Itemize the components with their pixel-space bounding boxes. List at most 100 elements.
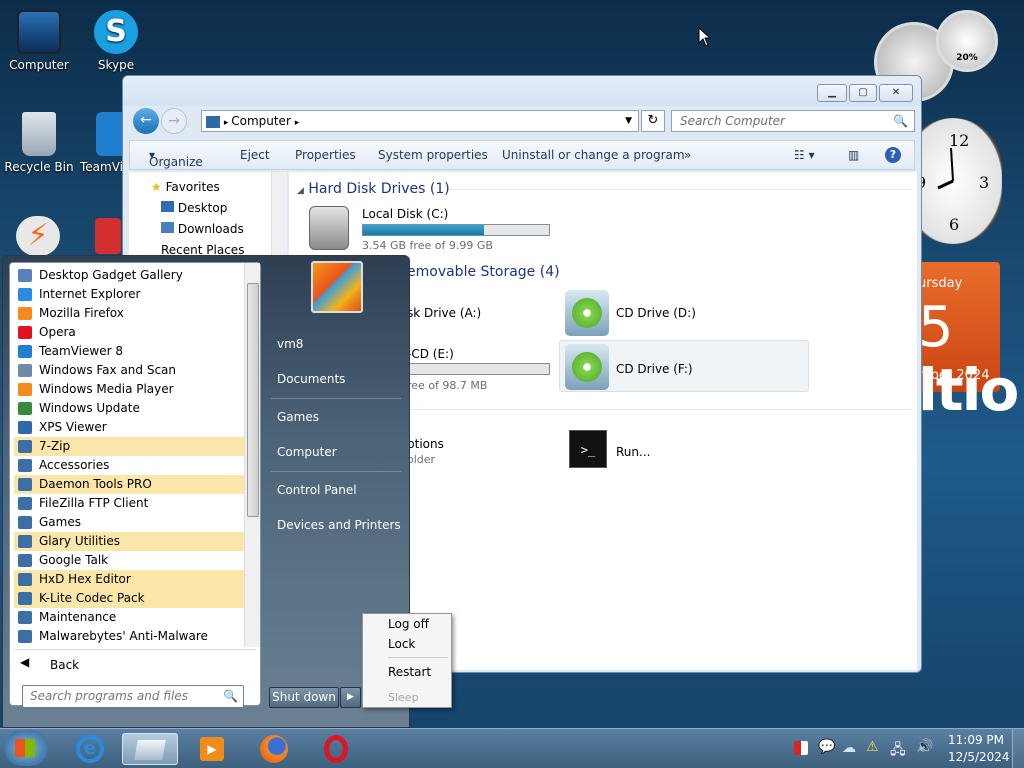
program-list-item[interactable]: Maintenance [14,608,246,627]
tray-network-icon[interactable]: 🖧 [890,739,906,763]
address-bar[interactable]: ▸ Computer ▸ ▼ [201,110,639,132]
preview-pane-icon[interactable]: ▥ [848,148,859,162]
computer-small-icon [206,115,220,128]
more-commands-button[interactable]: » [684,148,691,162]
desktop-icon-computer[interactable]: Computer [3,10,75,72]
programs-scrollbar[interactable] [244,263,260,647]
tray-daemon-icon[interactable]: ⚠ [866,739,879,755]
program-list-item[interactable]: 7-Zip [14,437,246,456]
program-list-item[interactable]: Daemon Tools PRO [14,475,246,494]
close-button[interactable]: ✕ [879,84,913,102]
menu-item-restart[interactable]: Restart [388,665,431,679]
refresh-button[interactable]: ↻ [641,110,665,132]
tray-messenger-icon[interactable]: 💬 [818,739,835,755]
program-label: Games [39,515,81,529]
bolt-app-icon[interactable]: ⚡ [16,216,60,256]
forward-button[interactable]: → [161,108,187,134]
program-icon [18,307,32,320]
shield-app-icon[interactable] [95,218,121,254]
program-list-item[interactable]: Opera [14,323,246,342]
opera-icon [324,735,348,763]
taskbar-opera[interactable] [308,733,364,765]
start-search-input[interactable]: Search programs and files 🔍 [22,685,244,708]
uninstall-program-button[interactable]: Uninstall or change a program [502,148,685,162]
program-list-item[interactable]: Windows Fax and Scan [14,361,246,380]
breadcrumb-computer[interactable]: Computer [231,114,291,128]
eject-button[interactable]: Eject [240,148,270,162]
group-removable-storage[interactable]: emovable Storage (4) [407,264,560,280]
program-list-item[interactable]: Malwarebytes' Anti-Malware [14,627,246,646]
search-input[interactable]: Search Computer 🔍 [671,110,915,132]
menu-item-lock[interactable]: Lock [388,637,415,651]
taskbar-explorer-active[interactable] [122,733,178,765]
skype-icon: S [94,10,138,54]
maximize-button[interactable]: ▢ [849,84,877,102]
program-label: Desktop Gadget Gallery [39,268,183,282]
program-list-item[interactable]: Accessories [14,456,246,475]
nav-downloads[interactable]: Downloads [161,222,244,236]
help-icon[interactable]: ? [885,147,901,163]
start-button[interactable] [4,730,48,766]
program-list-item[interactable]: HxD Hex Editor [14,570,246,589]
start-back-button[interactable]: Back [50,658,79,672]
search-icon[interactable]: 🔍 [893,111,908,131]
program-list-item[interactable]: XPS Viewer [14,418,246,437]
tray-cloud-icon[interactable]: ☁ [842,740,856,756]
folder-options-label[interactable]: ptions [407,437,444,451]
start-right-documents[interactable]: Documents [277,372,345,386]
taskbar-media-player[interactable]: ▶ [184,733,240,765]
svg-text:3: 3 [979,173,989,192]
back-button[interactable]: ← [133,108,159,134]
start-right-username[interactable]: vm8 [277,337,303,351]
taskbar-firefox[interactable] [246,733,302,765]
drive-d-label[interactable]: CD Drive (D:) [616,306,696,320]
clock-date[interactable]: 12/5/2024 [948,750,1010,764]
start-right-computer[interactable]: Computer [277,445,337,459]
desktop-icon-recycle-bin[interactable]: Recycle Bin [3,112,75,174]
start-right-devices-printers[interactable]: Devices and Printers [277,518,401,532]
program-list-item[interactable]: Games [14,513,246,532]
show-desktop-button[interactable] [1012,729,1024,768]
shutdown-button[interactable]: Shut down [269,687,339,708]
view-options-icon[interactable]: ☷ ▾ [794,148,815,162]
program-list-item[interactable]: FileZilla FTP Client [14,494,246,513]
menu-item-log-off[interactable]: Log off [388,617,429,631]
drive-c-label[interactable]: Local Disk (C:) [362,207,448,221]
program-list-item[interactable]: Internet Explorer [14,285,246,304]
program-list-item[interactable]: K-Lite Codec Pack [14,589,246,608]
system-properties-button[interactable]: System properties [378,148,488,162]
drive-f-label[interactable]: CD Drive (F:) [616,362,693,376]
group-hard-disk-drives[interactable]: ◢ Hard Disk Drives (1) [297,181,450,197]
program-list-item[interactable]: Windows Media Player [14,380,246,399]
taskbar-internet-explorer[interactable]: e [62,733,118,765]
minimize-button[interactable]: ▁ [817,84,847,102]
program-list-item[interactable]: Windows Update [14,399,246,418]
program-list-item[interactable]: TeamViewer 8 [14,342,246,361]
clock-time[interactable]: 11:09 PM [948,733,1004,747]
tray-volume-icon[interactable]: 🔊 [916,739,933,755]
user-picture[interactable] [311,261,363,313]
run-label[interactable]: Run... [616,445,650,459]
nav-favorites[interactable]: ★ Favorites [151,180,220,194]
back-arrow-icon[interactable]: ◀ [20,655,29,669]
mouse-cursor-icon [698,27,712,47]
desktop-icon-skype[interactable]: S Skype [80,10,152,72]
start-right-games[interactable]: Games [277,410,319,424]
search-icon[interactable]: 🔍 [223,686,238,707]
program-list-item[interactable]: Desktop Gadget Gallery [14,266,246,285]
organize-button[interactable]: Organize ▾ [149,148,203,169]
properties-button[interactable]: Properties [295,148,356,162]
breadcrumb-separator: ▸ [294,118,300,128]
program-list-item[interactable]: Google Talk [14,551,246,570]
shutdown-options-arrow-icon[interactable]: ▶ [340,687,361,708]
drive-a-label[interactable]: sk Drive (A:) [407,306,481,320]
address-dropdown-icon[interactable]: ▼ [625,111,632,131]
taskbar: e ▶ 💬 ☁ ⚠ 🖧 🔊 11:09 PM 12/5/2024 [0,728,1024,768]
program-list-item[interactable]: Glary Utilities [14,532,246,551]
start-right-control-panel[interactable]: Control Panel [277,483,357,497]
program-label: Malwarebytes' Anti-Malware [39,629,208,643]
nav-desktop[interactable]: Desktop [161,201,227,215]
program-list-item[interactable]: Mozilla Firefox [14,304,246,323]
tray-shield-icon[interactable] [794,741,808,755]
drive-e-label[interactable]: -CD (E:) [407,347,454,361]
